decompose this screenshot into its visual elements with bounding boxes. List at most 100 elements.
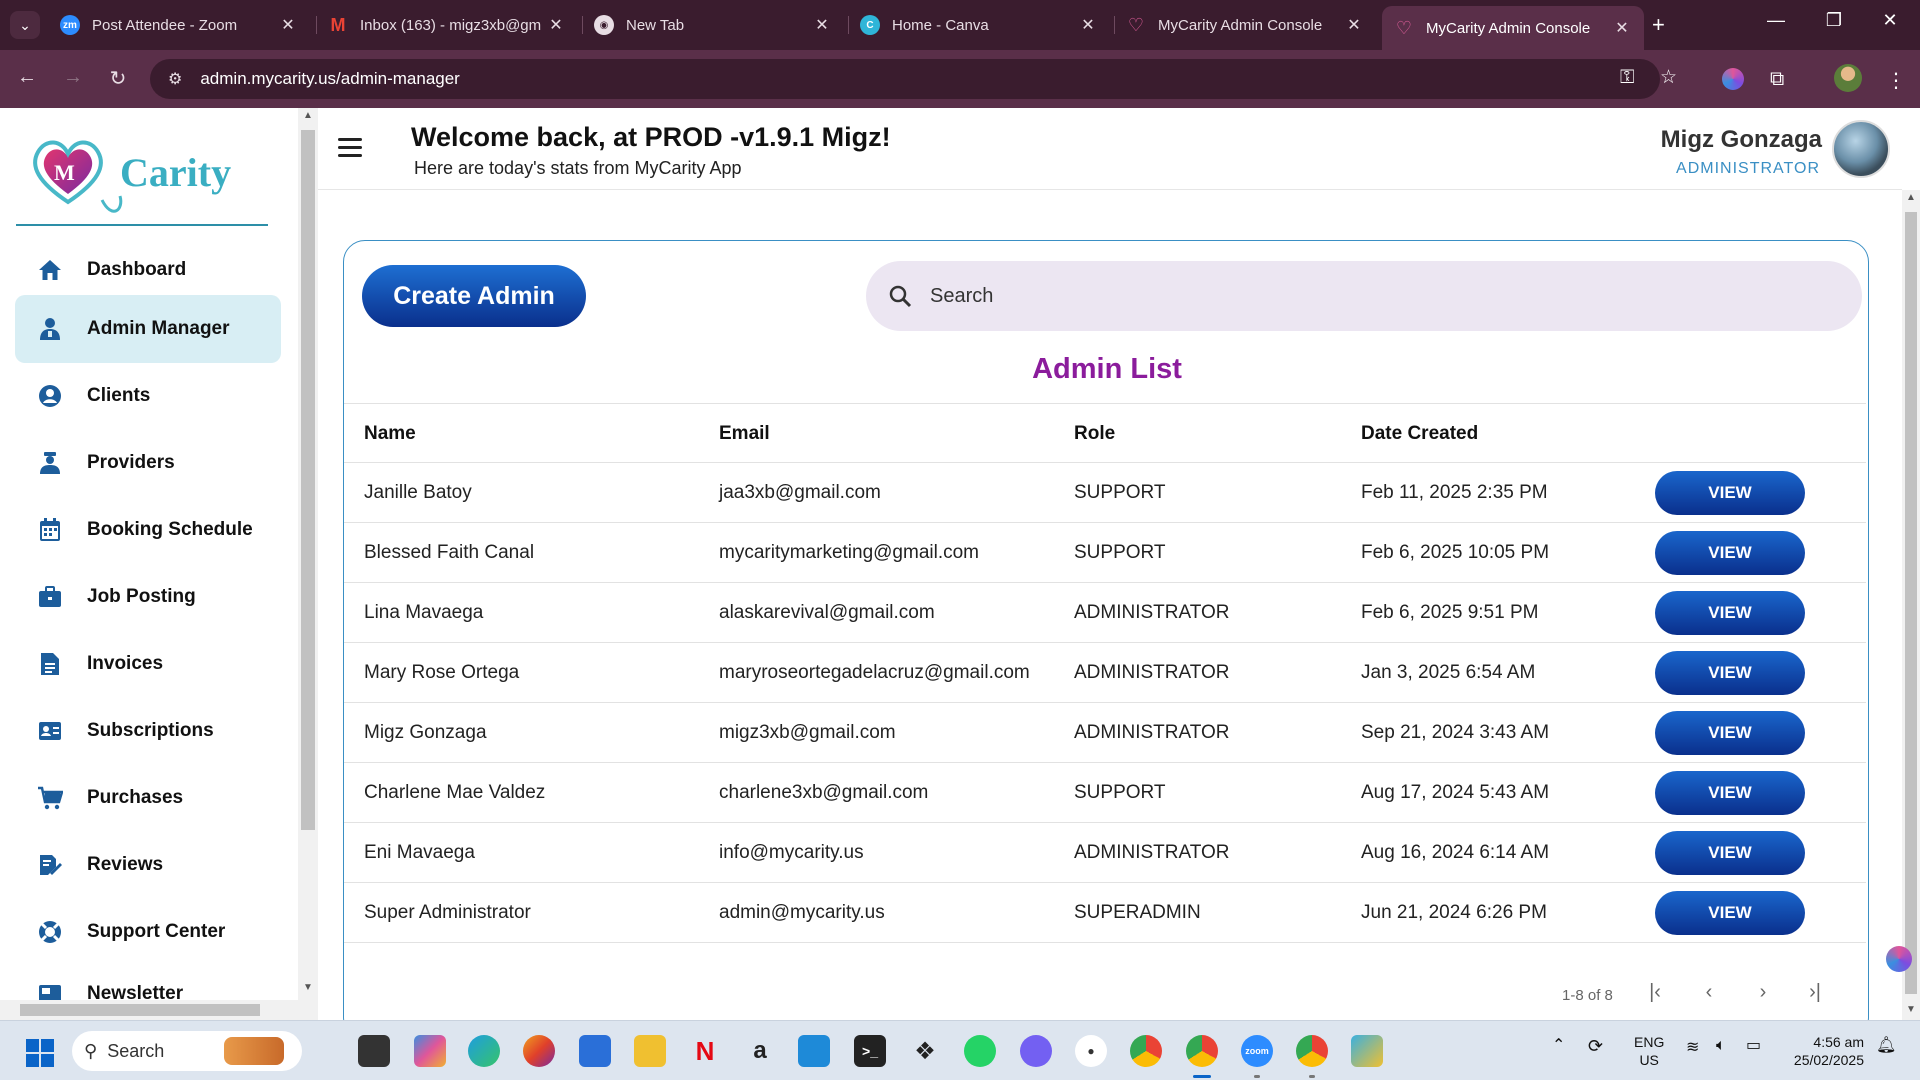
forward-arrow-icon[interactable]: → bbox=[58, 66, 88, 89]
tab-new-tab[interactable]: ◉ New Tab ✕ bbox=[582, 6, 844, 44]
sidebar-item-purchases[interactable]: Purchases bbox=[15, 764, 281, 832]
chrome-alt-profile-icon[interactable] bbox=[1296, 1035, 1328, 1067]
view-button[interactable]: VIEW bbox=[1655, 651, 1805, 695]
amazon-icon[interactable]: a bbox=[744, 1035, 776, 1067]
windows-start-icon[interactable] bbox=[26, 1039, 54, 1072]
scrollbar-thumb[interactable] bbox=[1905, 212, 1917, 994]
menu-dots-icon[interactable]: ⋮ bbox=[1886, 68, 1906, 93]
restore-icon[interactable]: ❐ bbox=[1814, 10, 1854, 31]
store-icon[interactable] bbox=[579, 1035, 611, 1067]
create-admin-button[interactable]: Create Admin bbox=[362, 265, 586, 327]
close-icon[interactable]: ✕ bbox=[278, 15, 298, 35]
netflix-icon[interactable]: N bbox=[689, 1035, 721, 1067]
view-button[interactable]: VIEW bbox=[1655, 891, 1805, 935]
site-settings-icon[interactable]: ⚙ bbox=[168, 69, 182, 89]
address-bar[interactable]: ⚙ admin.mycarity.us/admin-manager ⚿ ☆ bbox=[150, 59, 1677, 99]
column-header-name[interactable]: Name bbox=[364, 404, 416, 464]
sync-icon[interactable]: ⟳ bbox=[1588, 1037, 1603, 1055]
view-button[interactable]: VIEW bbox=[1655, 591, 1805, 635]
reload-icon[interactable]: ↻ bbox=[103, 66, 133, 91]
sidebar-item-invoices[interactable]: Invoices bbox=[15, 630, 281, 698]
view-button[interactable]: VIEW bbox=[1655, 471, 1805, 515]
extensions-puzzle-icon[interactable]: ⧉ bbox=[1770, 68, 1784, 91]
language-indicator[interactable]: ENG US bbox=[1634, 1033, 1664, 1069]
close-icon[interactable]: ✕ bbox=[1344, 15, 1364, 35]
avatar[interactable] bbox=[1832, 120, 1890, 178]
meet-icon[interactable]: ● bbox=[1075, 1035, 1107, 1067]
prime-video-icon[interactable] bbox=[798, 1035, 830, 1067]
file-explorer-icon[interactable] bbox=[634, 1035, 666, 1067]
hamburger-menu-icon[interactable] bbox=[338, 138, 362, 162]
main-scrollbar[interactable]: ▲ ▼ bbox=[1902, 190, 1920, 1020]
close-icon[interactable]: ✕ bbox=[1612, 18, 1632, 38]
sidebar-item-clients[interactable]: Clients bbox=[15, 362, 281, 430]
column-header-date-created[interactable]: Date Created bbox=[1361, 404, 1478, 464]
search-bar[interactable] bbox=[866, 261, 1862, 331]
bookmark-star-icon[interactable]: ☆ bbox=[1660, 66, 1677, 89]
edge-icon[interactable] bbox=[468, 1035, 500, 1067]
extension-brain-icon[interactable] bbox=[1722, 68, 1744, 90]
sidebar-item-providers[interactable]: Providers bbox=[15, 429, 281, 497]
mycarity-logo[interactable]: M Carity bbox=[28, 130, 268, 213]
sidebar-item-reviews[interactable]: Reviews bbox=[15, 831, 281, 899]
previous-page-icon[interactable]: ‹ bbox=[1694, 981, 1724, 1004]
terminal-icon[interactable]: >_ bbox=[854, 1035, 886, 1067]
sidebar-item-support-center[interactable]: Support Center bbox=[15, 898, 281, 966]
whatsapp-icon[interactable] bbox=[964, 1035, 996, 1067]
column-header-email[interactable]: Email bbox=[719, 404, 770, 464]
wifi-icon[interactable]: ≋ bbox=[1686, 1039, 1699, 1057]
floating-extension-icon[interactable] bbox=[1886, 946, 1912, 972]
task-view-icon[interactable] bbox=[358, 1035, 390, 1067]
tab-search-button[interactable]: ⌄ bbox=[10, 11, 40, 39]
close-icon[interactable]: ✕ bbox=[812, 15, 832, 35]
chrome-icon[interactable] bbox=[1130, 1035, 1162, 1067]
view-button[interactable]: VIEW bbox=[1655, 771, 1805, 815]
search-input[interactable] bbox=[930, 284, 1730, 308]
paint-icon[interactable] bbox=[1351, 1035, 1383, 1067]
new-tab-button[interactable]: + bbox=[1652, 12, 1665, 38]
sidebar-item-subscriptions[interactable]: Subscriptions bbox=[15, 697, 281, 765]
window-close-icon[interactable]: ✕ bbox=[1870, 10, 1910, 31]
close-icon[interactable]: ✕ bbox=[546, 15, 566, 35]
sidebar-scrollbar[interactable]: ▲ ▼ bbox=[298, 108, 318, 1020]
scroll-down-arrow-icon[interactable]: ▼ bbox=[1902, 1004, 1920, 1015]
tab-mycarity-1[interactable]: ♡ MyCarity Admin Console ✕ bbox=[1114, 6, 1376, 44]
scroll-up-arrow-icon[interactable]: ▲ bbox=[1902, 192, 1920, 203]
zoom-icon[interactable]: zoom bbox=[1241, 1035, 1273, 1067]
sidebar-item-dashboard[interactable]: Dashboard bbox=[15, 236, 281, 304]
dropbox-icon[interactable]: ❖ bbox=[909, 1035, 941, 1067]
url-text[interactable]: admin.mycarity.us/admin-manager bbox=[200, 69, 460, 89]
copilot-icon[interactable] bbox=[414, 1035, 446, 1067]
sidebar-item-admin-manager[interactable]: Admin Manager bbox=[15, 295, 281, 363]
volume-icon[interactable]: 🔈︎ bbox=[1716, 1037, 1726, 1055]
back-arrow-icon[interactable]: ← bbox=[12, 66, 42, 89]
scroll-down-arrow-icon[interactable]: ▼ bbox=[298, 982, 318, 993]
viber-icon[interactable] bbox=[1020, 1035, 1052, 1067]
column-header-role[interactable]: Role bbox=[1074, 404, 1115, 464]
first-page-icon[interactable]: |‹ bbox=[1640, 981, 1670, 1004]
view-button[interactable]: VIEW bbox=[1655, 531, 1805, 575]
show-hidden-icons-icon[interactable]: ⌃ bbox=[1552, 1037, 1565, 1055]
sidebar-horizontal-scrollbar[interactable] bbox=[0, 1000, 298, 1020]
clock[interactable]: 4:56 am 25/02/2025 bbox=[1794, 1033, 1864, 1069]
close-icon[interactable]: ✕ bbox=[1078, 15, 1098, 35]
sidebar-item-booking-schedule[interactable]: Booking Schedule bbox=[15, 496, 281, 564]
tab-mycarity-active[interactable]: ♡ MyCarity Admin Console ✕ bbox=[1382, 6, 1644, 50]
taskbar-search[interactable]: ⚲ Search bbox=[72, 1031, 302, 1071]
next-page-icon[interactable]: › bbox=[1748, 981, 1778, 1004]
view-button[interactable]: VIEW bbox=[1655, 711, 1805, 755]
tab-zoom[interactable]: zm Post Attendee - Zoom ✕ bbox=[48, 6, 310, 44]
scrollbar-thumb[interactable] bbox=[20, 1004, 260, 1016]
scroll-up-arrow-icon[interactable]: ▲ bbox=[298, 110, 318, 121]
notification-bell-icon[interactable]: 🔔︎ bbox=[1876, 1037, 1896, 1055]
chrome-profile-icon[interactable] bbox=[1186, 1035, 1218, 1067]
view-button[interactable]: VIEW bbox=[1655, 831, 1805, 875]
firefox-icon[interactable] bbox=[523, 1035, 555, 1067]
minimize-icon[interactable]: — bbox=[1756, 10, 1796, 31]
battery-icon[interactable]: ▭ bbox=[1746, 1037, 1761, 1055]
profile-avatar[interactable] bbox=[1834, 64, 1862, 92]
tab-gmail[interactable]: M Inbox (163) - migz3xb@gm ✕ bbox=[316, 6, 578, 44]
password-key-icon[interactable]: ⚿ bbox=[1620, 67, 1634, 89]
scrollbar-thumb[interactable] bbox=[301, 130, 315, 830]
sidebar-item-job-posting[interactable]: Job Posting bbox=[15, 563, 281, 631]
